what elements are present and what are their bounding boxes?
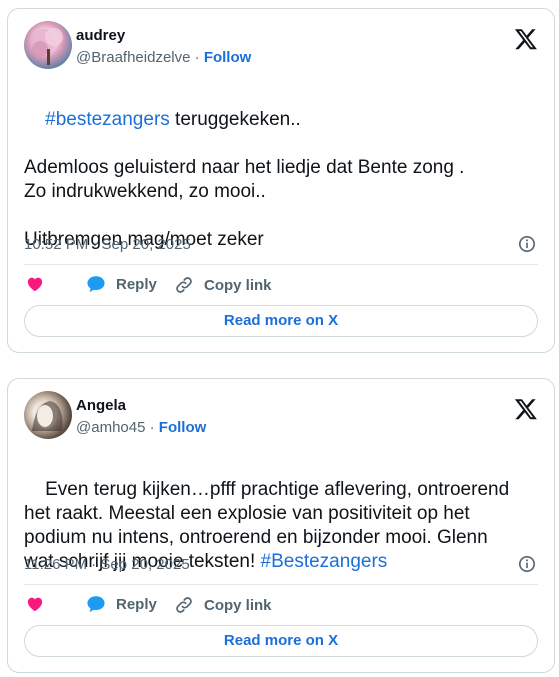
author-handle-line: @Braafheidzelve · Follow — [76, 49, 251, 66]
reply-icon — [87, 276, 105, 293]
author-handle[interactable]: @amho45 — [76, 419, 145, 436]
tweet-body: teruggekeken.. Ademloos geluisterd naar … — [24, 109, 465, 250]
author-handle[interactable]: @Braafheidzelve — [76, 49, 190, 66]
divider — [24, 264, 538, 265]
author-name[interactable]: audrey — [76, 27, 125, 44]
follow-button[interactable]: Follow — [159, 419, 207, 436]
tweet-card[interactable]: audrey @Braafheidzelve · Follow #besteza… — [7, 8, 555, 353]
read-more-button[interactable]: Read more on X — [24, 625, 538, 657]
info-icon[interactable] — [518, 555, 536, 573]
reply-label: Reply — [116, 595, 157, 613]
follow-button[interactable]: Follow — [204, 49, 252, 66]
tweet-timestamp[interactable]: 11:26 PM · Sep 20, 2025 — [24, 556, 190, 573]
tweet-header: Angela @amho45 · Follow — [24, 391, 538, 441]
tweet-text: Even terug kijken…pfff prachtige aflever… — [24, 454, 540, 598]
heart-icon — [27, 277, 43, 292]
info-icon[interactable] — [518, 235, 536, 253]
separator-dot: · — [149, 419, 155, 436]
read-more-button[interactable]: Read more on X — [24, 305, 538, 337]
avatar[interactable] — [24, 391, 72, 439]
copy-link-button[interactable]: Copy link — [174, 275, 272, 295]
reply-icon — [87, 596, 105, 613]
divider — [24, 584, 538, 585]
tweet-header: audrey @Braafheidzelve · Follow — [24, 21, 538, 71]
heart-icon — [27, 597, 43, 612]
avatar[interactable] — [24, 21, 72, 69]
like-button[interactable] — [26, 275, 44, 293]
link-icon — [176, 277, 192, 293]
hashtag-link[interactable]: #bestezangers — [45, 109, 170, 130]
tweet-card[interactable]: Angela @amho45 · Follow Even terug kijke… — [7, 378, 555, 673]
x-logo-icon[interactable] — [514, 27, 538, 51]
copy-link-label: Copy link — [204, 276, 272, 294]
link-icon — [176, 597, 192, 613]
reply-button[interactable]: Reply — [86, 595, 157, 613]
reply-label: Reply — [116, 275, 157, 293]
author-name[interactable]: Angela — [76, 397, 126, 414]
x-logo-icon[interactable] — [514, 397, 538, 421]
author-handle-line: @amho45 · Follow — [76, 419, 206, 436]
reply-button[interactable]: Reply — [86, 275, 157, 293]
copy-link-button[interactable]: Copy link — [174, 595, 272, 615]
hashtag-link[interactable]: #Bestezangers — [261, 551, 388, 572]
tweet-timestamp[interactable]: 10:52 PM · Sep 20, 2025 — [24, 236, 191, 253]
like-button[interactable] — [26, 595, 44, 613]
copy-link-label: Copy link — [204, 596, 272, 614]
separator-dot: · — [194, 49, 200, 66]
